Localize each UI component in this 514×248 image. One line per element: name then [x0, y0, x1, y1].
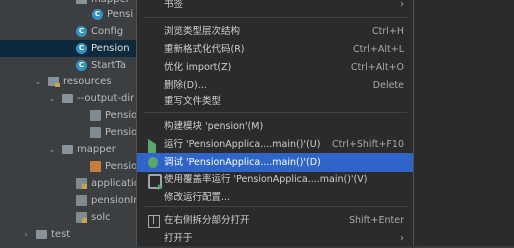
- tree-item[interactable]: pensionIns: [0, 192, 150, 209]
- tree-item[interactable]: ⌄ --output-dir: [0, 90, 150, 107]
- menu-item-label: 使用覆盖率运行 'PensionApplica....main()'(V): [164, 174, 368, 185]
- java-class-icon: C: [92, 9, 103, 20]
- chevron-right-icon[interactable]: ›: [22, 226, 30, 243]
- menu-separator: [143, 112, 407, 113]
- tree-item[interactable]: C Config: [0, 23, 150, 40]
- menu-item-label: 书签: [164, 0, 184, 10]
- menu-item[interactable]: 修改运行配置...: [137, 188, 413, 207]
- debug-icon: [148, 157, 158, 168]
- tree-item-label: --output-dir: [77, 93, 135, 104]
- tree-item[interactable]: solc: [0, 209, 150, 226]
- menu-item[interactable]: 打开于 ›: [137, 229, 413, 248]
- menu-item-label: 在右侧拆分部分打开: [164, 215, 250, 226]
- tree-item[interactable]: Pension: [0, 107, 150, 124]
- tree-item[interactable]: ⌄ mapper: [0, 141, 150, 158]
- chevron-down-icon[interactable]: ⌄: [48, 90, 56, 107]
- tree-item[interactable]: application: [0, 175, 150, 192]
- tree-item-label: test: [51, 229, 71, 240]
- split-right-icon: [148, 215, 160, 228]
- menu-item[interactable]: 浏览类型层次结构 Ctrl+H: [137, 22, 413, 41]
- menu-item-shortcut: Shift+Enter: [348, 215, 404, 226]
- menu-item-label: 浏览类型层次结构: [164, 26, 241, 37]
- editor-area: [414, 0, 514, 246]
- folder-icon: [36, 230, 47, 239]
- menu-item[interactable]: 使用覆盖率运行 'PensionApplica....main()'(V): [137, 170, 413, 190]
- context-menu: 书签 › 浏览类型层次结构 Ctrl+H 重新格式化代码(R) Ctrl+Alt+L 优化 …: [136, 0, 414, 246]
- tree-item[interactable]: C StartTa: [0, 57, 150, 74]
- java-class-icon: C: [76, 43, 87, 54]
- submenu-arrow-icon: ›: [400, 233, 404, 244]
- chevron-down-icon[interactable]: ⌄: [34, 73, 42, 90]
- chevron-down-icon[interactable]: ⌄: [48, 141, 56, 158]
- tree-item-label: resources: [63, 76, 112, 87]
- menu-item-label: 构建模块 'pension'(M): [164, 121, 264, 132]
- xml-file-icon: [90, 161, 101, 172]
- folder-icon: [76, 0, 87, 4]
- java-class-icon: C: [76, 60, 87, 71]
- menu-item[interactable]: 重写文件类型: [137, 92, 413, 111]
- tree-item-label: Pension: [91, 43, 130, 54]
- menu-item[interactable]: 重新格式化代码(R) Ctrl+Alt+L: [137, 40, 413, 59]
- tree-item[interactable]: Pension: [0, 158, 150, 175]
- menu-item-shortcut: Ctrl+Alt+L: [353, 44, 404, 55]
- file-icon: [90, 110, 101, 121]
- tree-item-label: Pensi: [107, 9, 134, 20]
- menu-item-shortcut: Ctrl+Shift+F10: [332, 139, 404, 150]
- menu-item-label: 重新格式化代码(R): [164, 44, 245, 55]
- java-class-icon: C: [76, 26, 87, 37]
- submenu-arrow-icon: ›: [400, 0, 404, 10]
- menu-item[interactable]: 优化 import(Z) Ctrl+Alt+O: [137, 58, 413, 77]
- menu-item-label: 优化 import(Z): [164, 62, 232, 73]
- project-tree: mapper C Pensi C Config C Pension C StartTa ⌄ reso…: [0, 0, 150, 246]
- folder-icon: [62, 94, 73, 103]
- menu-item[interactable]: 运行 'PensionApplica....main()'(U) Ctrl+Shi…: [137, 135, 413, 160]
- resources-folder-icon: [48, 77, 60, 87]
- menu-item[interactable]: 构建模块 'pension'(M): [137, 117, 413, 136]
- tree-item[interactable]: › test: [0, 226, 150, 243]
- tree-item[interactable]: ⌄ resources: [0, 73, 150, 90]
- menu-separator: [143, 17, 407, 18]
- tree-item[interactable]: C Pension: [0, 40, 150, 57]
- tree-item-label: mapper: [77, 144, 116, 155]
- menu-item-label: 打开于: [164, 233, 193, 244]
- properties-file-icon: [76, 212, 87, 223]
- menu-item-label: 重写文件类型: [164, 96, 222, 107]
- file-icon: [90, 127, 101, 138]
- tree-item-label: solc: [91, 212, 111, 223]
- coverage-run-icon: [148, 174, 163, 190]
- tree-item[interactable]: C Pensi: [0, 6, 150, 23]
- menu-item-label: 运行 'PensionApplica....main()'(U): [164, 139, 321, 150]
- menu-item[interactable]: 书签 ›: [137, 0, 413, 14]
- tree-item-label: Config: [91, 26, 124, 37]
- tree-item-label: StartTa: [91, 60, 127, 71]
- tree-item[interactable]: Pension: [0, 124, 150, 141]
- file-icon: [76, 195, 87, 206]
- menu-item-shortcut: Ctrl+H: [371, 26, 404, 37]
- menu-item-label: 修改运行配置...: [164, 192, 231, 203]
- menu-item-shortcut: Ctrl+Alt+O: [350, 62, 404, 73]
- folder-icon: [62, 145, 73, 154]
- properties-file-icon: [76, 178, 87, 189]
- menu-separator: [143, 206, 407, 207]
- menu-item[interactable]: 在右侧拆分部分打开 Shift+Enter: [137, 211, 413, 230]
